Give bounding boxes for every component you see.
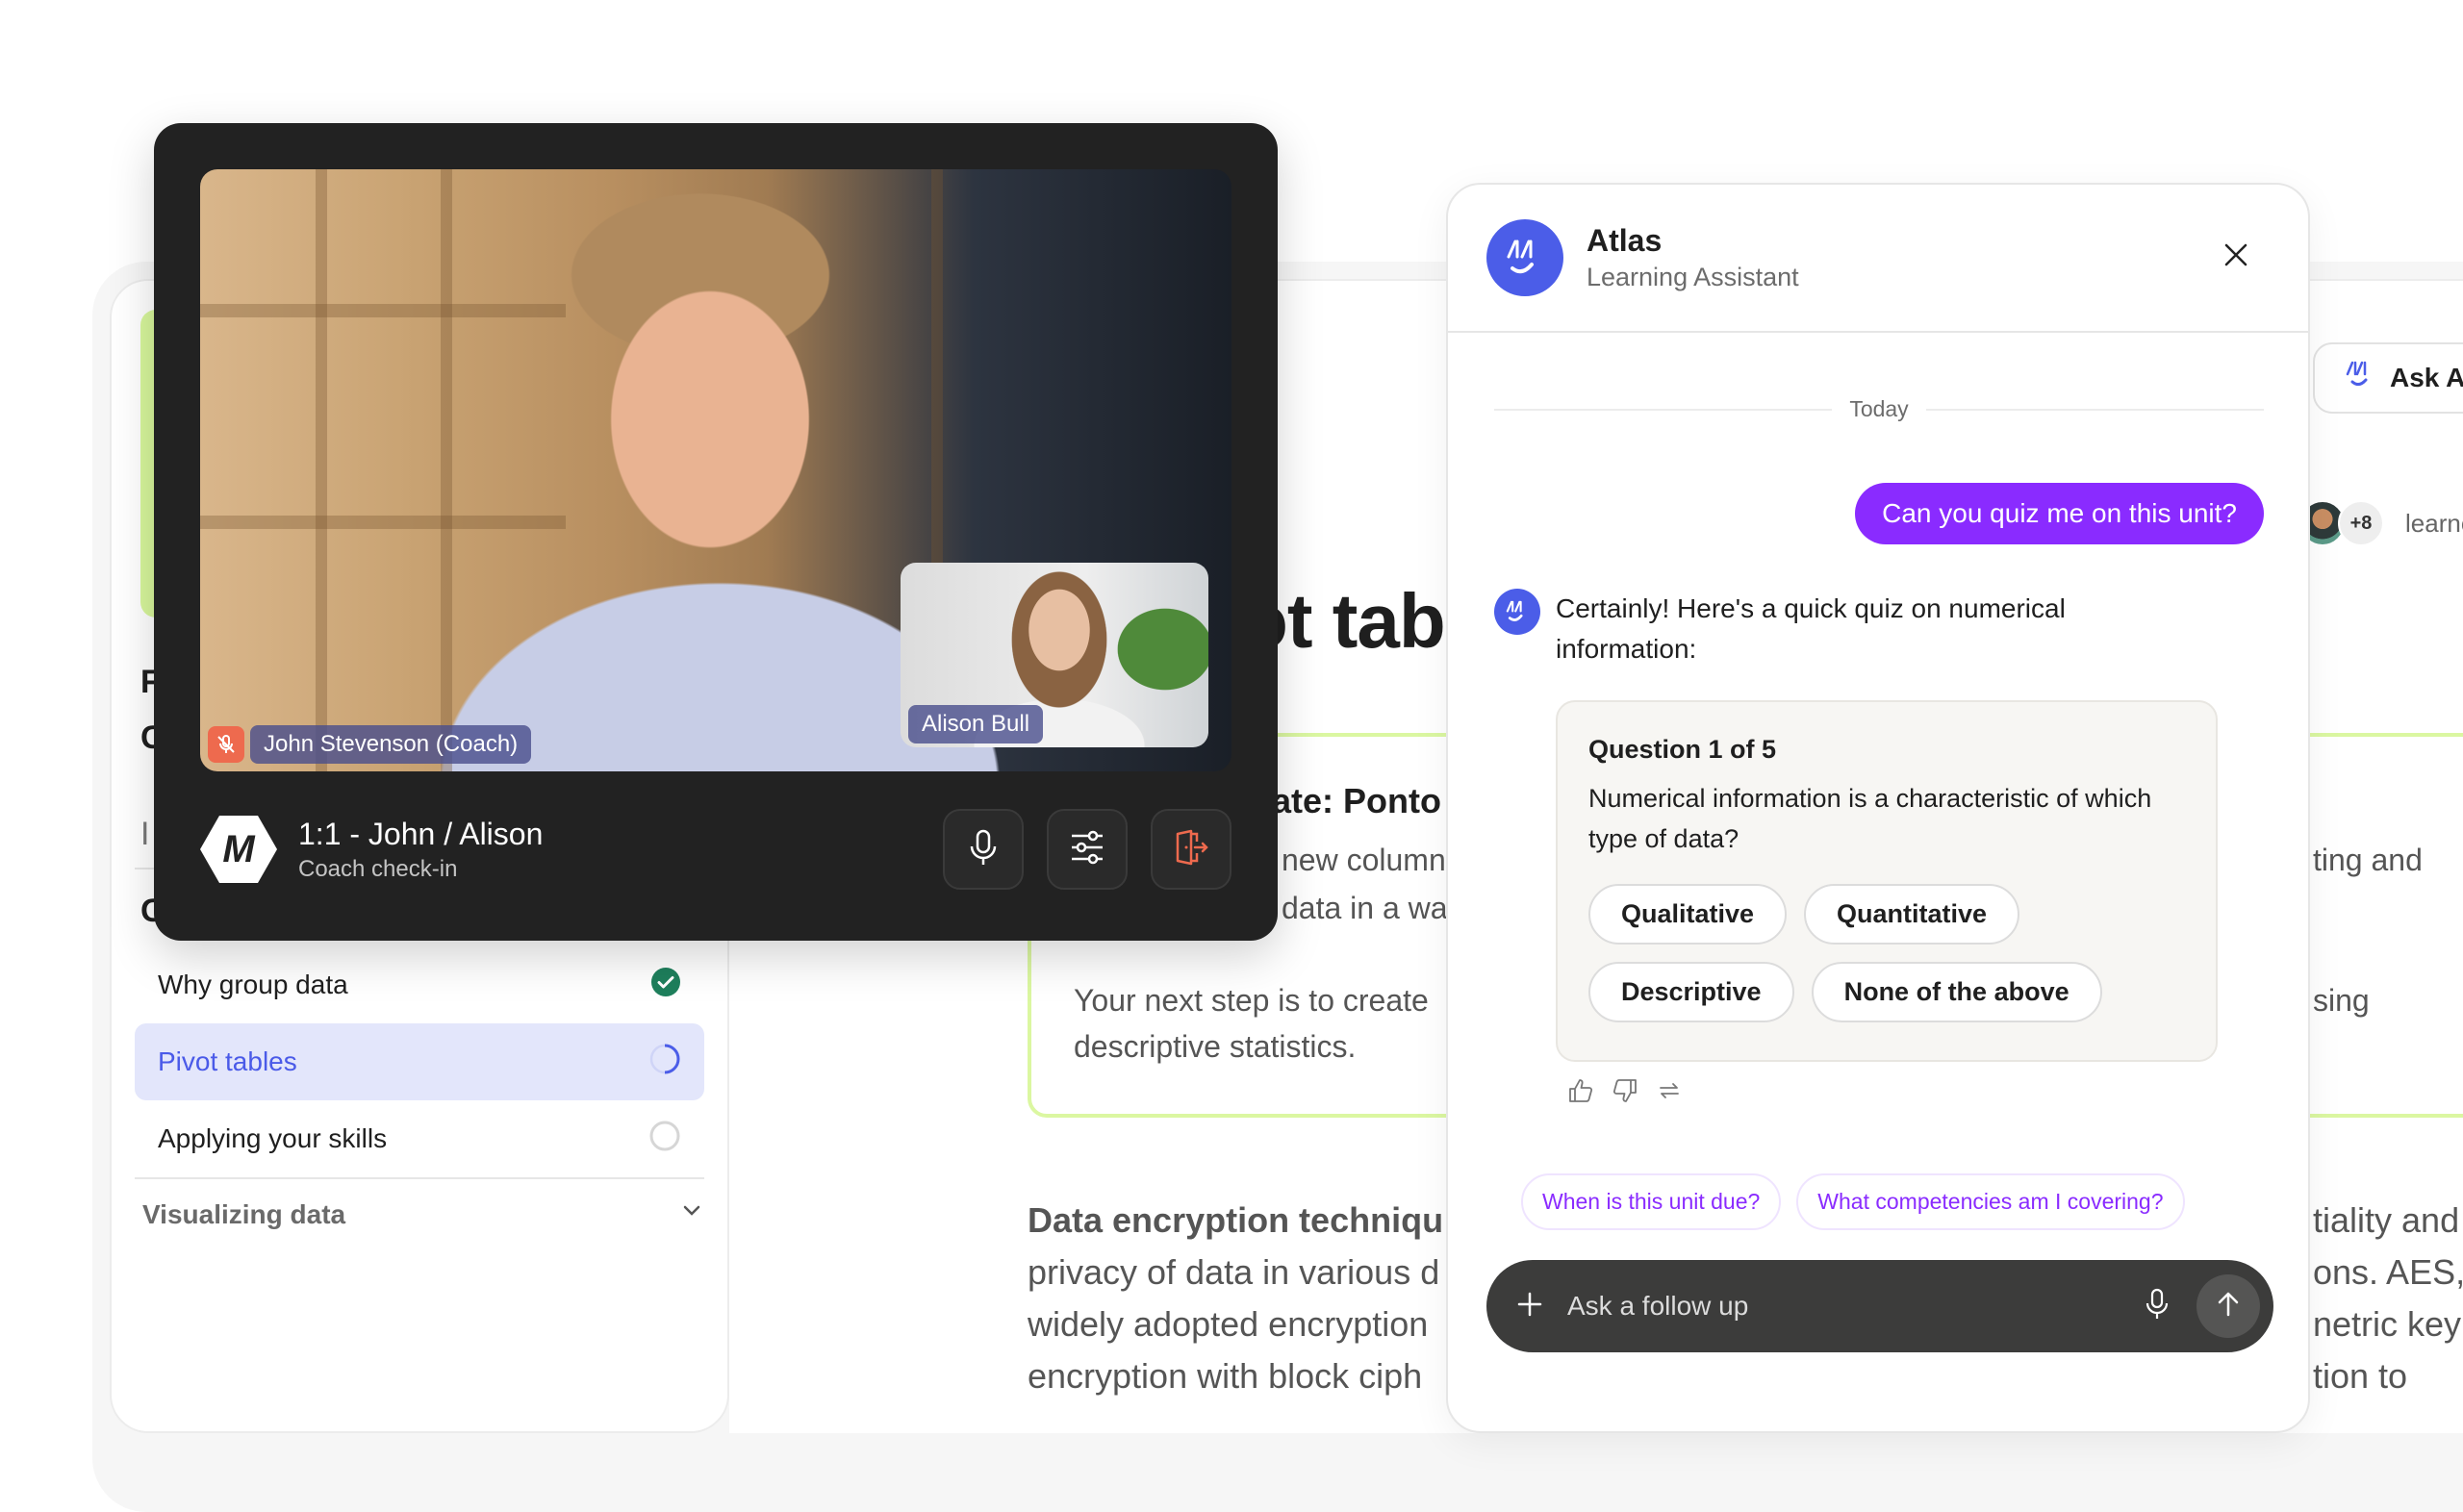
in-progress-ring-icon: [648, 1043, 681, 1082]
video-call-panel[interactable]: John Stevenson (Coach) Alison Bull M 1:1…: [154, 123, 1278, 941]
voice-input-mic-icon[interactable]: [2143, 1288, 2171, 1325]
section-visualizing-data[interactable]: Visualizing data: [142, 1198, 704, 1230]
update-card-line: data in a wa: [1282, 891, 1448, 925]
lesson-label: Why group data: [158, 970, 348, 999]
learners-label: learne: [2405, 508, 2463, 538]
date-separator: Today: [1494, 396, 2264, 422]
suggestion-chip[interactable]: What competencies am I covering?: [1796, 1173, 2185, 1230]
date-label: Today: [1849, 396, 1909, 421]
ask-atlas-button[interactable]: Ask At: [2313, 342, 2463, 414]
main-participant-tag: John Stevenson (Coach): [208, 725, 532, 764]
article-line: privacy of data in various d: [1028, 1252, 1440, 1292]
thumbs-down-icon[interactable]: [1612, 1077, 1638, 1104]
more-learners-count: +8: [2338, 500, 2384, 546]
lesson-label: Pivot tables: [158, 1046, 297, 1076]
leave-door-icon: [1172, 828, 1210, 871]
next-step-line: descriptive statistics.: [1074, 1029, 1357, 1064]
assistant-name: Atlas: [1587, 223, 1663, 258]
article-line: encryption with block ciph: [1028, 1356, 1423, 1396]
update-card-line: new column: [1282, 843, 1446, 877]
assistant-message-text: Certainly! Here's a quick quiz on numeri…: [1556, 593, 2066, 664]
article-line-right: ons. AES,: [2313, 1252, 2463, 1292]
atlas-avatar-icon: [1486, 219, 1563, 296]
quiz-option-quantitative[interactable]: Quantitative: [1804, 884, 2020, 945]
brand-logo-icon: M: [200, 816, 277, 883]
article-heading: Data encryption techniqu: [1028, 1200, 1444, 1240]
lesson-why-group-data[interactable]: Why group data: [135, 946, 704, 1023]
call-subtitle: Coach check-in: [298, 855, 458, 882]
article-line-right: tion to: [2313, 1356, 2408, 1396]
quiz-options: Qualitative Quantitative Descriptive Non…: [1588, 884, 2185, 1022]
quiz-progress: Question 1 of 5: [1588, 735, 1777, 764]
atlas-logo-icon: [2344, 359, 2376, 398]
arrow-up-icon: [2214, 1290, 2243, 1323]
leave-call-button[interactable]: [1151, 809, 1232, 890]
article-line: widely adopted encryption: [1028, 1304, 1429, 1344]
pip-participant-name: Alison Bull: [908, 705, 1044, 743]
user-message: Can you quiz me on this unit?: [1855, 483, 2264, 544]
chat-header: Atlas Learning Assistant: [1448, 185, 2308, 333]
mic-muted-icon: [208, 726, 244, 763]
follow-up-input[interactable]: [1567, 1291, 2143, 1322]
update-card-line-right: sing: [2313, 983, 2370, 1018]
suggested-prompts: When is this unit due? What competencies…: [1521, 1173, 2185, 1230]
pip-participant-tag: Alison Bull: [908, 705, 1044, 743]
sidebar-divider: [135, 1177, 704, 1179]
learners-group[interactable]: +8 learne: [2299, 500, 2463, 546]
main-video-feed: John Stevenson (Coach) Alison Bull: [200, 169, 1232, 771]
mic-icon: [966, 828, 1001, 871]
atlas-avatar-icon: [1494, 589, 1540, 635]
update-card-line-right: ting and: [2313, 843, 2423, 877]
next-step-line: Your next step is to create: [1074, 983, 1429, 1018]
completed-check-icon: [650, 967, 681, 1004]
message-feedback: [1567, 1077, 1683, 1104]
lesson-label: Applying your skills: [158, 1123, 388, 1153]
ask-atlas-label: Ask At: [2390, 363, 2463, 392]
suggestion-chip[interactable]: When is this unit due?: [1521, 1173, 1782, 1230]
thumbs-up-icon[interactable]: [1567, 1077, 1594, 1104]
assistant-message: Certainly! Here's a quick quiz on numeri…: [1494, 589, 2152, 669]
quiz-option-qualitative[interactable]: Qualitative: [1588, 884, 1788, 945]
quiz-question: Numerical information is a characteristi…: [1588, 784, 2152, 853]
chevron-down-icon: [679, 1198, 704, 1230]
lesson-applying-your-skills[interactable]: Applying your skills: [135, 1100, 704, 1177]
close-icon: [2222, 241, 2249, 273]
send-button[interactable]: [2196, 1274, 2260, 1338]
lesson-pivot-tables[interactable]: Pivot tables: [135, 1023, 704, 1100]
quiz-option-none-of-the-above[interactable]: None of the above: [1811, 962, 2102, 1022]
atlas-chat-panel: Atlas Learning Assistant Today Can you q…: [1446, 183, 2310, 1433]
main-participant-name: John Stevenson (Coach): [250, 725, 532, 764]
update-card-heading: date: Ponto: [1251, 781, 1441, 820]
pip-video-feed[interactable]: Alison Bull: [901, 563, 1208, 747]
close-chat-button[interactable]: [2212, 233, 2260, 281]
assistant-role: Learning Assistant: [1587, 263, 1799, 291]
quiz-option-descriptive[interactable]: Descriptive: [1588, 962, 1794, 1022]
not-started-ring-icon: [648, 1120, 681, 1159]
settings-button[interactable]: [1047, 809, 1128, 890]
regenerate-icon[interactable]: [1656, 1077, 1683, 1104]
sliders-icon: [1068, 828, 1106, 871]
article-line-right: tiality and: [2313, 1200, 2460, 1240]
quiz-card: Question 1 of 5 Numerical information is…: [1556, 700, 2218, 1062]
microphone-button[interactable]: [943, 809, 1024, 890]
message-composer: [1486, 1260, 2273, 1352]
call-footer: M 1:1 - John / Alison Coach check-in: [200, 796, 1232, 902]
section-label: Visualizing data: [142, 1198, 346, 1229]
attach-plus-icon[interactable]: [1515, 1290, 1544, 1323]
call-title: 1:1 - John / Alison: [298, 816, 544, 851]
sidebar-item-fragment[interactable]: I: [140, 816, 149, 853]
article-line-right: netric key: [2313, 1304, 2462, 1344]
